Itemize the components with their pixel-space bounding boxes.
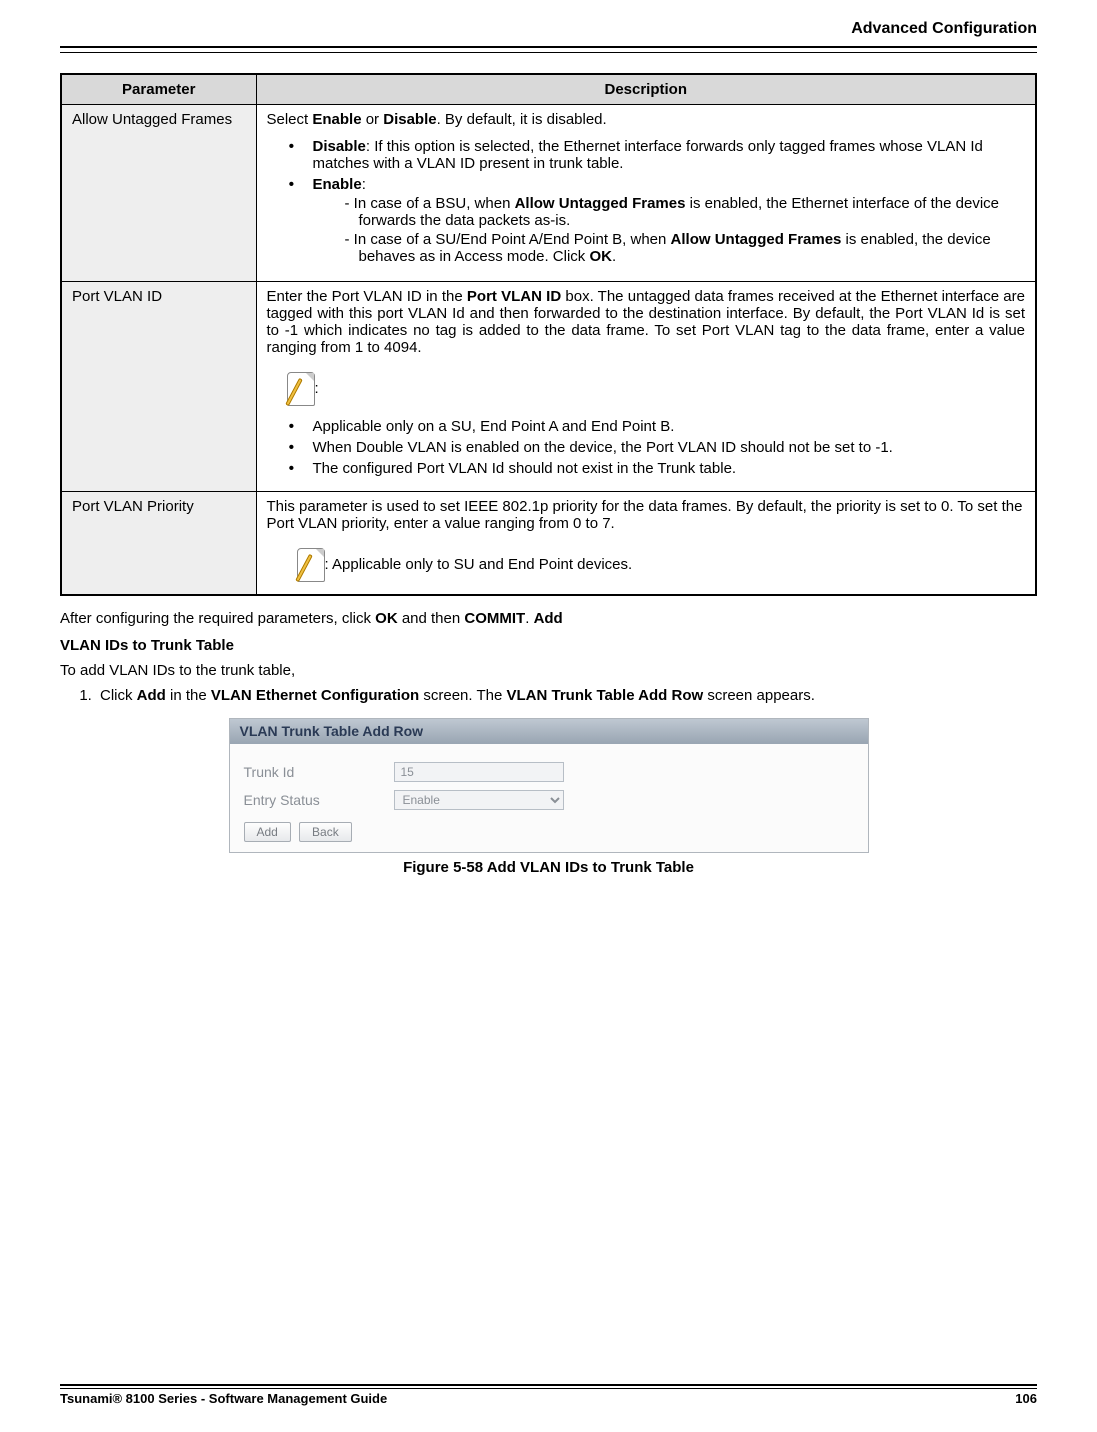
panel-title: VLAN Trunk Table Add Row	[230, 719, 868, 744]
trunk-id-label: Trunk Id	[244, 764, 394, 780]
text-bold: Disable	[383, 111, 436, 128]
footer-page-number: 106	[1015, 1391, 1037, 1406]
col-description: Description	[256, 74, 1036, 105]
text: Enter the Port VLAN ID in the	[267, 288, 467, 305]
list-item: When Double VLAN is enabled on the devic…	[307, 439, 1026, 460]
param-allow-untagged: Allow Untagged Frames	[61, 105, 256, 282]
text: :	[315, 380, 319, 397]
divider	[60, 52, 1037, 53]
text: .	[612, 248, 616, 265]
text: or	[362, 111, 384, 128]
text-bold: OK	[589, 248, 612, 265]
text-bold: VLAN Trunk Table Add Row	[506, 687, 703, 704]
text: : Applicable only to SU and End Point de…	[325, 556, 633, 573]
text-bold: Allow Untagged Frames	[671, 231, 842, 248]
col-parameter: Parameter	[61, 74, 256, 105]
text: Click	[100, 687, 137, 704]
parameter-table: Parameter Description Allow Untagged Fra…	[60, 73, 1037, 596]
text-bold: Port VLAN ID	[467, 288, 561, 305]
text-bold: Allow Untagged Frames	[515, 195, 686, 212]
trunk-id-input[interactable]	[394, 762, 564, 782]
footer-left: Tsunami® 8100 Series - Software Manageme…	[60, 1391, 387, 1406]
text: - In case of a BSU, when	[345, 195, 515, 212]
table-row: Port VLAN ID Enter the Port VLAN ID in t…	[61, 282, 1036, 492]
entry-status-label: Entry Status	[244, 792, 394, 808]
param-port-vlan-id: Port VLAN ID	[61, 282, 256, 492]
text-bold: COMMIT	[464, 610, 525, 627]
text: . By default, it is disabled.	[437, 111, 607, 128]
text: in the	[166, 687, 211, 704]
table-row: Allow Untagged Frames Select Enable or D…	[61, 105, 1036, 282]
param-port-vlan-priority: Port VLAN Priority	[61, 492, 256, 596]
back-button[interactable]: Back	[299, 822, 352, 842]
text: .	[525, 610, 533, 627]
text: - In case of a SU/End Point A/End Point …	[345, 231, 671, 248]
desc-port-vlan-id: Enter the Port VLAN ID in the Port VLAN …	[256, 282, 1036, 492]
text-bold: Add	[534, 610, 563, 627]
list-item: Applicable only on a SU, End Point A and…	[307, 418, 1026, 439]
text-bold: Disable	[313, 138, 366, 155]
text: This parameter is used to set IEEE 802.1…	[267, 498, 1026, 532]
text-bold: Enable	[313, 176, 362, 193]
section-heading: VLAN IDs to Trunk Table	[60, 637, 1037, 654]
page-footer: Tsunami® 8100 Series - Software Manageme…	[60, 1384, 1037, 1406]
desc-allow-untagged: Select Enable or Disable. By default, it…	[256, 105, 1036, 282]
divider	[60, 46, 1037, 48]
text: screen. The	[419, 687, 506, 704]
vlan-trunk-add-panel: VLAN Trunk Table Add Row Trunk Id Entry …	[229, 718, 869, 853]
list-item: The configured Port VLAN Id should not e…	[307, 460, 1026, 481]
text-bold: OK	[375, 610, 398, 627]
text: Select	[267, 111, 313, 128]
figure-caption: Figure 5-58 Add VLAN IDs to Trunk Table	[60, 859, 1037, 876]
text-bold: VLAN Ethernet Configuration	[211, 687, 419, 704]
text: and then	[398, 610, 465, 627]
list-item: Click Add in the VLAN Ethernet Configura…	[96, 687, 1037, 704]
text-bold: Add	[137, 687, 166, 704]
entry-status-select[interactable]: Enable	[394, 790, 564, 810]
add-button[interactable]: Add	[244, 822, 291, 842]
note-icon	[297, 548, 325, 582]
note-icon	[287, 372, 315, 406]
text: After configuring the required parameter…	[60, 610, 375, 627]
text: :	[362, 176, 366, 193]
text: To add VLAN IDs to the trunk table,	[60, 662, 1037, 679]
text: : If this option is selected, the Ethern…	[313, 138, 983, 172]
table-row: Port VLAN Priority This parameter is use…	[61, 492, 1036, 596]
text: screen appears.	[703, 687, 815, 704]
text-bold: Enable	[312, 111, 361, 128]
page-section-title: Advanced Configuration	[60, 20, 1037, 38]
desc-port-vlan-priority: This parameter is used to set IEEE 802.1…	[256, 492, 1036, 596]
